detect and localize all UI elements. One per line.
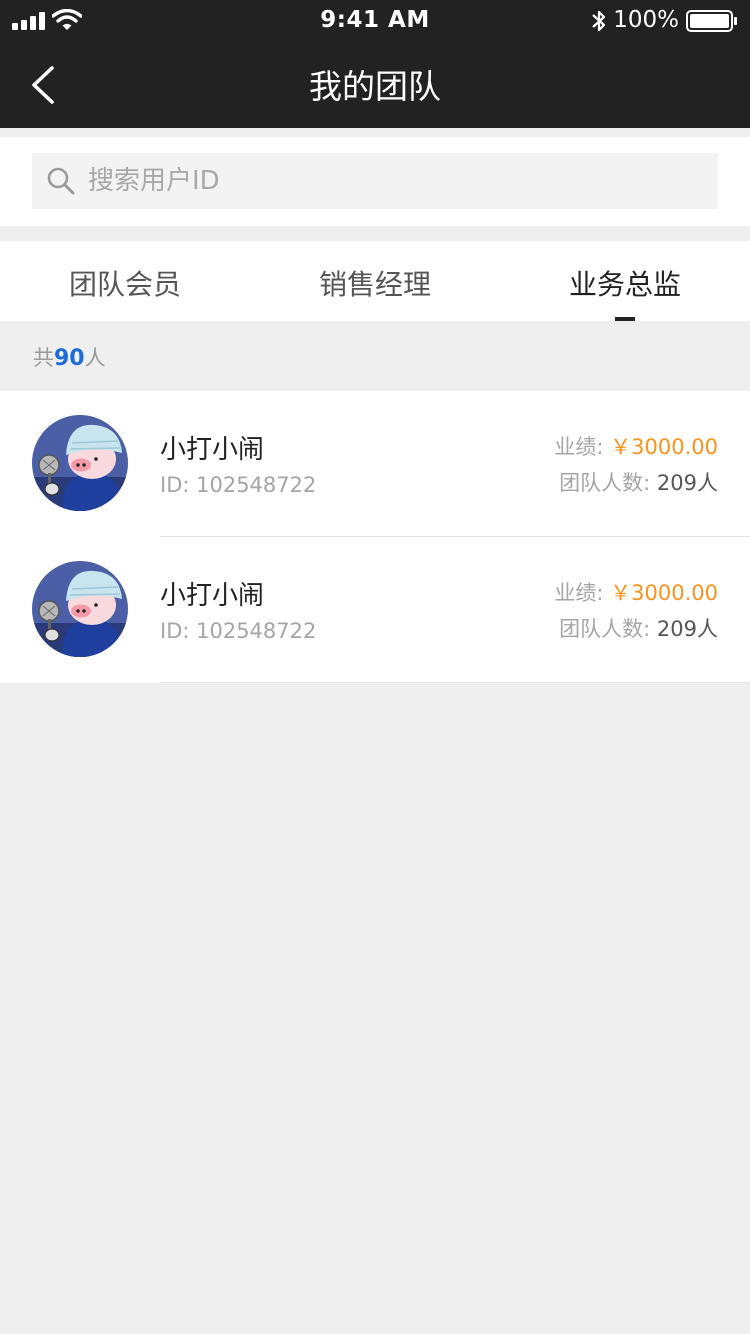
member-name: 小打小闹	[160, 581, 265, 611]
list-item[interactable]: 小打小闹 ID: 102548722 业绩: ￥3000.00 团队人数: 20…	[0, 391, 750, 537]
my-team-page: 9:41 AM 100% 我的团队 搜索用户ID 团队会员 销售经理 业务总监 …	[0, 0, 750, 1334]
performance-value: ￥3000.00	[610, 435, 718, 459]
bluetooth-icon	[592, 10, 606, 32]
status-bar: 9:41 AM 100%	[0, 0, 750, 40]
count-suffix: 人	[84, 346, 106, 370]
member-count: 共90人	[33, 342, 106, 372]
list-item[interactable]: 小打小闹 ID: 102548722 业绩: ￥3000.00 团队人数: 20…	[0, 537, 750, 683]
member-name: 小打小闹	[160, 435, 265, 465]
tab-label: 业务总监	[568, 268, 681, 301]
tab-sales-manager[interactable]: 销售经理	[250, 241, 500, 321]
battery-icon	[686, 10, 737, 32]
team-size-label: 团队人数:	[559, 471, 651, 495]
team-size-value: 209人	[656, 471, 718, 495]
performance-label: 业绩:	[554, 581, 604, 605]
member-count-bar: 共90人	[0, 321, 750, 391]
nav-bar: 我的团队	[0, 40, 750, 128]
row-divider	[160, 682, 750, 683]
tab-label: 销售经理	[318, 268, 431, 301]
avatar-image	[32, 415, 128, 511]
search-icon	[47, 167, 75, 195]
team-size-line: 团队人数: 209人	[559, 613, 718, 643]
tab-label: 团队会员	[68, 268, 181, 301]
search-input[interactable]	[88, 153, 708, 209]
battery-percent: 100%	[613, 7, 679, 33]
avatar	[32, 415, 128, 511]
member-id: ID: 102548722	[160, 473, 317, 497]
role-tabs: 团队会员 销售经理 业务总监	[0, 241, 750, 321]
search-section	[0, 137, 750, 226]
count-number: 90	[54, 346, 85, 371]
team-size-value: 209人	[656, 617, 718, 641]
team-size-label: 团队人数:	[559, 617, 651, 641]
avatar	[32, 561, 128, 657]
performance-line: 业绩: ￥3000.00	[554, 577, 718, 607]
performance-label: 业绩:	[554, 435, 604, 459]
member-id: ID: 102548722	[160, 619, 317, 643]
tab-business-director[interactable]: 业务总监	[500, 241, 750, 321]
team-size-line: 团队人数: 209人	[559, 467, 718, 497]
performance-line: 业绩: ￥3000.00	[554, 431, 718, 461]
search-box[interactable]	[32, 153, 718, 209]
avatar-image	[32, 561, 128, 657]
header: 9:41 AM 100% 我的团队	[0, 0, 750, 128]
performance-value: ￥3000.00	[610, 581, 718, 605]
tab-team-members[interactable]: 团队会员	[0, 241, 250, 321]
count-prefix: 共	[33, 346, 54, 370]
member-list: 小打小闹 ID: 102548722 业绩: ￥3000.00 团队人数: 20…	[0, 391, 750, 683]
page-title: 我的团队	[309, 67, 441, 106]
